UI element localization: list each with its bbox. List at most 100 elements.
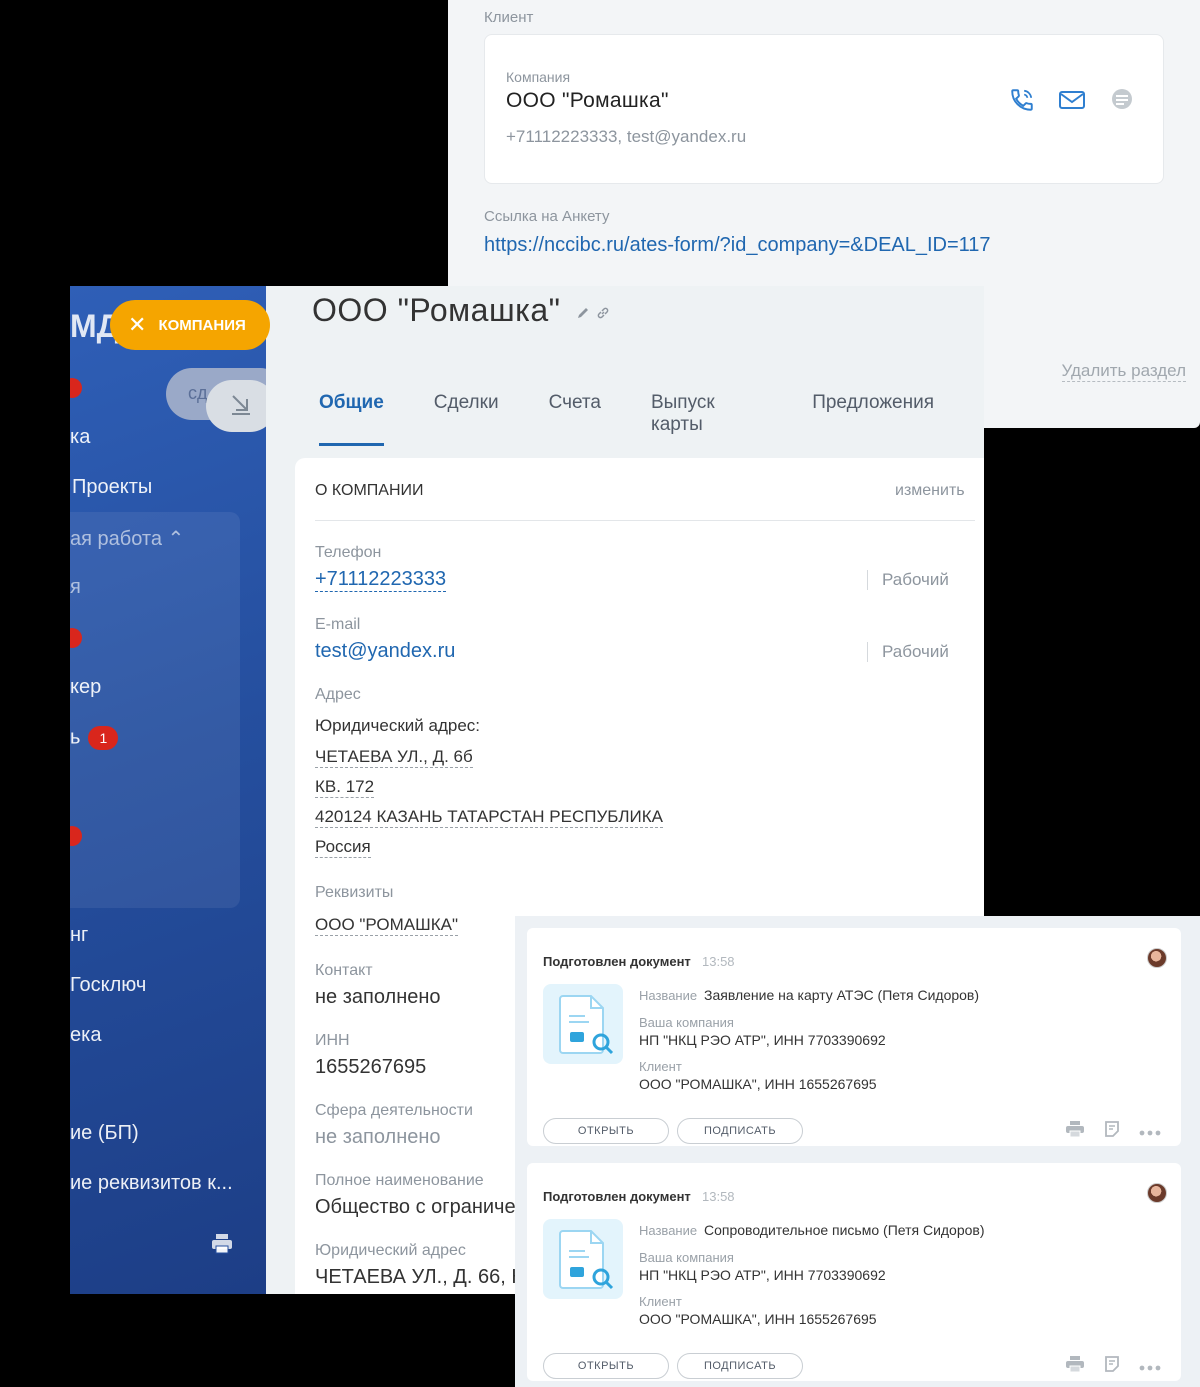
contact-label: Контакт [315,962,373,979]
document-search-icon[interactable] [543,1219,623,1299]
full-name-label: Полное наименование [315,1172,484,1189]
sidebar-item-7[interactable]: нг [70,924,88,947]
sidebar-item-11[interactable]: ие реквизитов к... [70,1172,233,1195]
phone-icon[interactable] [1007,85,1037,115]
event-time: 13:58 [702,1189,735,1204]
chevron-up-icon: ⌃ [167,528,185,550]
timeline-panel: Подготовлен документ 13:58 Название Заяв… [515,916,1200,1387]
sidebar-item-1[interactable]: ка [70,426,90,449]
anketa-label: Ссылка на Анкету [484,208,610,225]
sidebar: МД сд ка Проекты ая работа ⌃ я кер ь1 нг… [70,286,266,1294]
sidebar-item-9[interactable]: ека [70,1024,101,1047]
printer-icon[interactable] [1065,1355,1085,1378]
sidebar-item-5[interactable]: кер [70,676,101,699]
contact-value: не заполнено [315,986,441,1008]
sidebar-item-6-label: ь [70,726,81,749]
tabs: Общие Сделки Счета Выпуск карты Предложе… [319,392,984,446]
inn-label: ИНН [315,1032,350,1049]
company-label: Компания [506,69,571,85]
delete-section-link[interactable]: Удалить раздел [1061,361,1186,382]
close-icon[interactable]: ✕ [128,312,146,338]
company-chip[interactable]: ✕ КОМПАНИЯ [110,300,270,350]
tab-invoices[interactable]: Счета [549,392,601,446]
tab-card-issue[interactable]: Выпуск карты [651,392,762,446]
note-icon[interactable] [1103,1120,1121,1143]
doc-name: Сопроводительное письмо (Петя Сидоров) [704,1222,985,1238]
client-card[interactable]: Компания ООО "Ромашка" +71112223333, tes… [484,34,1164,184]
address-label: Адрес [315,686,361,703]
sphere-label: Сфера деятельности [315,1102,473,1119]
doc-company: НП "НКЦ РЭО АТР", ИНН 7703390692 [639,1267,886,1283]
chat-icon[interactable] [1107,85,1137,115]
anketa-link[interactable]: https://nccibc.ru/ates-form/?id_company=… [484,234,991,257]
more-icon[interactable] [1139,1123,1161,1141]
phone-value[interactable]: +71112223333 [315,568,447,592]
tab-general[interactable]: Общие [319,392,384,446]
company-chip-label: КОМПАНИЯ [158,316,246,334]
sidebar-item-work-label: ая работа [70,528,162,550]
open-button[interactable]: ОТКРЫТЬ [543,1118,669,1144]
counter-dot [70,378,82,398]
avatar[interactable] [1147,1183,1167,1203]
tab-offers[interactable]: Предложения [812,392,934,446]
phone-label: Телефон [315,544,382,561]
legal-address-head: Юридический адрес: [315,716,481,735]
address-line[interactable]: ЧЕТАЕВА УЛ., Д. 6б [315,746,473,768]
requisites-value[interactable]: ООО "РОМАШКА" [315,914,458,936]
document-search-icon[interactable] [543,984,623,1064]
company-name[interactable]: ООО "Ромашка" [506,89,669,113]
doc-company-label: Ваша компания [639,1015,734,1030]
requisites-label: Реквизиты [315,884,394,901]
event-title: Подготовлен документ [543,1189,691,1204]
sidebar-item-projects[interactable]: Проекты [72,476,152,499]
doc-name: Заявление на карту АТЭС (Петя Сидоров) [704,987,980,1003]
tab-deals[interactable]: Сделки [434,392,499,446]
arrow-down-right-icon [228,391,254,422]
sidebar-item-6[interactable]: ь1 [70,726,119,750]
counter-badge: 1 [88,726,119,750]
open-button[interactable]: ОТКРЫТЬ [543,1353,669,1379]
sidebar-item-4[interactable]: я [70,576,81,599]
doc-company-label: Ваша компания [639,1250,734,1265]
event-time: 13:58 [702,954,735,969]
address-line[interactable]: Россия [315,836,371,858]
legal-address-label: Юридический адрес [315,1242,466,1259]
phone-type: Рабочий [867,570,949,590]
email-value[interactable]: test@yandex.ru [315,640,455,663]
email-label: E-mail [315,616,361,633]
card-title: О КОМПАНИИ [315,482,424,499]
company-contacts: +71112223333, test@yandex.ru [506,127,747,146]
full-name-value: Общество с ограниче [315,1196,516,1218]
address-line[interactable]: КВ. 172 [315,776,375,798]
sidebar-item-10[interactable]: ие (БП) [70,1122,139,1145]
link-icon[interactable] [596,306,610,325]
doc-name-label: Название [639,988,698,1003]
doc-client-label: Клиент [639,1294,682,1309]
sphere-value: не заполнено [315,1126,441,1148]
edit-link[interactable]: изменить [895,482,965,500]
sidebar-group-box [70,512,240,908]
client-section-title: Клиент [484,9,534,26]
pencil-icon[interactable] [576,306,590,325]
timeline-doc-card: Подготовлен документ 13:58 Название Заяв… [527,928,1181,1146]
event-title: Подготовлен документ [543,954,691,969]
printer-icon[interactable] [1065,1120,1085,1143]
doc-client: ООО "РОМАШКА", ИНН 1655267695 [639,1076,877,1092]
sign-button[interactable]: ПОДПИСАТЬ [677,1353,803,1379]
email-type: Рабочий [867,642,949,662]
inn-value: 1655267695 [315,1056,427,1078]
sidebar-item-goskluch[interactable]: Госключ [70,974,146,997]
legal-address-value: ЧЕТАЕВА УЛ., Д. 66, К [315,1266,523,1288]
address-line[interactable]: 420124 КАЗАНЬ ТАТАРСТАН РЕСПУБЛИКА [315,806,664,828]
collapse-button[interactable] [206,380,266,432]
timeline-doc-card: Подготовлен документ 13:58 Название Сопр… [527,1163,1181,1381]
more-icon[interactable] [1139,1358,1161,1376]
doc-name-label: Название [639,1223,698,1238]
note-icon[interactable] [1103,1355,1121,1378]
printer-icon[interactable] [210,1232,234,1261]
sidebar-item-work[interactable]: ая работа ⌃ [70,526,184,551]
sign-button[interactable]: ПОДПИСАТЬ [677,1118,803,1144]
avatar[interactable] [1147,948,1167,968]
mail-icon[interactable] [1057,85,1087,115]
divider [315,520,975,521]
